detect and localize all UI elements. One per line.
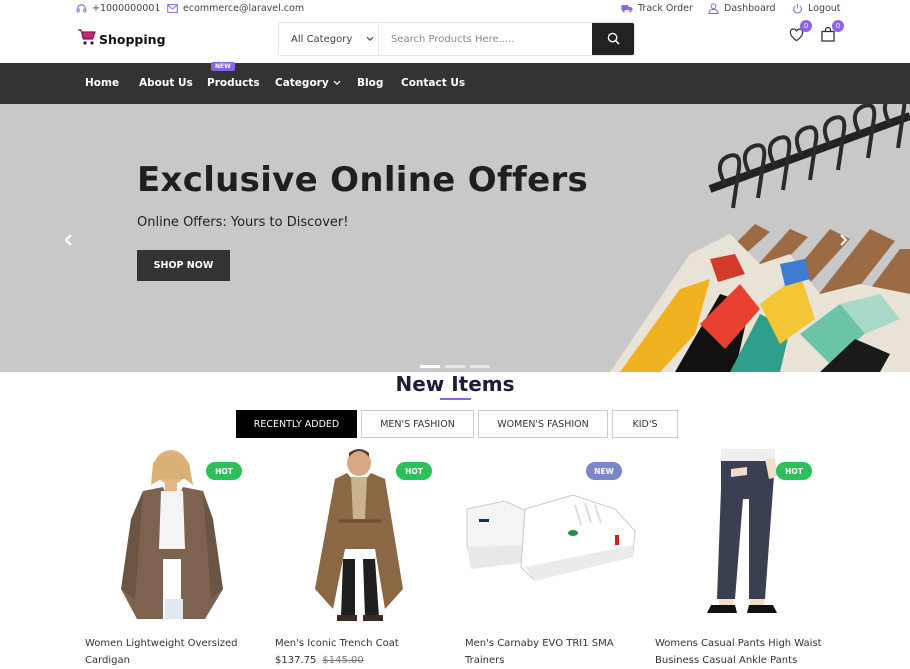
power-icon [791,2,803,14]
email-address: ecommerce@laravel.com [183,2,305,14]
user-icon [707,2,719,14]
chevron-right-icon[interactable] [836,232,850,246]
hot-tag: HOT [396,462,432,480]
new-badge: NEW [211,62,235,71]
product-name[interactable]: Women Lightweight Oversized Cardigan [85,635,265,669]
hot-tag: HOT [776,462,812,480]
chevron-left-icon[interactable] [62,232,76,246]
tab-recently-added[interactable]: RECENTLY ADDED [236,410,357,438]
dashboard-label: Dashboard [724,2,776,14]
logout-link[interactable]: Logout [791,2,841,14]
product-tabs: RECENTLY ADDED MEN'S FASHION WOMEN'S FAS… [236,410,678,438]
nav-category[interactable]: Category [275,77,341,89]
tab-kids[interactable]: KID'S [612,410,678,438]
hot-tag: HOT [206,462,242,480]
topbar-divider [156,3,157,13]
phone-contact[interactable]: +1000000001 [75,2,160,14]
site-logo[interactable]: Shopping [77,28,166,50]
section-title: New Items [395,372,515,396]
search-icon [607,30,620,49]
chevron-down-icon [366,34,374,45]
hero-title: Exclusive Online Offers [137,160,589,200]
logout-label: Logout [808,2,841,14]
tab-womens-fashion[interactable]: WOMEN'S FASHION [478,410,608,438]
product-image-trainers[interactable] [465,449,655,621]
nav-blog[interactable]: Blog [357,77,383,89]
slider-indicators [420,365,490,368]
slider-dot[interactable] [420,365,440,368]
wishlist-count-badge: 0 [800,20,812,32]
new-tag: NEW [586,462,622,480]
hero-subtitle: Online Offers: Yours to Discover! [137,215,349,230]
main-navigation: Home About Us NEW Products Category Blog… [0,62,910,104]
product-name[interactable]: Men's Carnaby EVO TRI1 SMA Trainers [465,635,645,669]
hero-slider: Exclusive Online Offers Online Offers: Y… [0,104,910,372]
dashboard-link[interactable]: Dashboard [707,2,776,14]
top-bar: +1000000001 ecommerce@laravel.com Track … [0,0,910,16]
wishlist-button[interactable]: 0 [786,20,812,46]
product-name[interactable]: Womens Casual Pants High Waist Business … [655,635,835,669]
search-input[interactable] [379,23,592,55]
old-price: $145.00 [322,655,364,666]
cart-button[interactable]: 0 [818,20,844,46]
nav-category-label: Category [275,77,329,89]
slider-dot[interactable] [470,365,490,368]
product-image-ankle-pants[interactable] [655,449,845,621]
slider-dot[interactable] [445,365,465,368]
search-button[interactable] [592,23,634,55]
category-select[interactable]: All Category [279,23,379,55]
shopping-cart-icon [77,28,97,50]
track-order-label: Track Order [638,2,693,14]
current-price: $137.75 [275,655,317,666]
headset-icon [75,2,87,14]
truck-icon [621,2,633,14]
cart-count-badge: 0 [832,20,844,32]
nav-products[interactable]: Products [207,77,260,89]
search-bar: All Category [278,22,635,56]
tab-mens-fashion[interactable]: MEN'S FASHION [361,410,474,438]
phone-number: +1000000001 [92,2,161,14]
nav-contact-us[interactable]: Contact Us [401,77,465,89]
category-select-value: All Category [291,33,353,45]
email-contact[interactable]: ecommerce@laravel.com [166,2,304,14]
product-name[interactable]: Men's Iconic Trench Coat [275,635,455,652]
logo-text: Shopping [99,31,166,47]
chevron-down-icon [333,77,341,89]
product-image-cardigan[interactable] [85,449,275,621]
shop-now-button[interactable]: SHOP NOW [137,250,230,281]
product-price: $137.75 $145.00 [275,655,364,666]
nav-about-us[interactable]: About Us [139,77,193,89]
product-image-trench-coat[interactable] [275,449,465,621]
section-title-underline [440,398,471,400]
envelope-icon [166,2,178,14]
nav-home[interactable]: Home [85,77,119,89]
track-order-link[interactable]: Track Order [621,2,693,14]
